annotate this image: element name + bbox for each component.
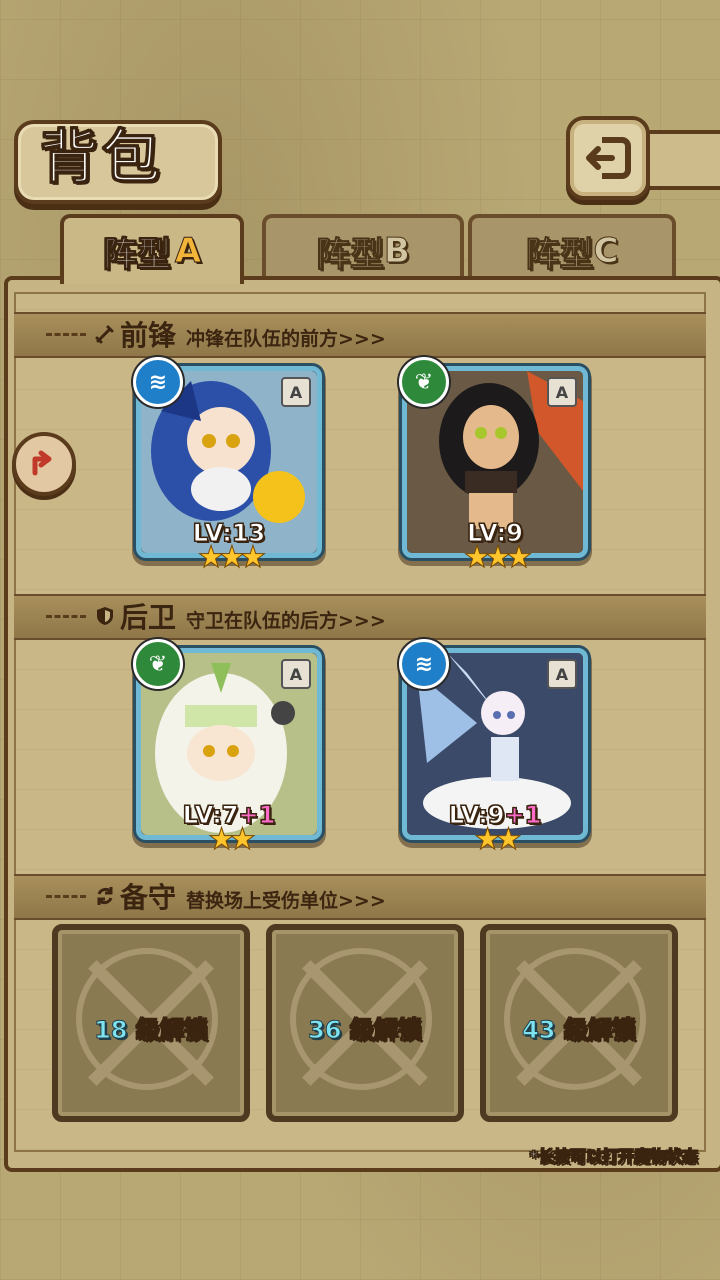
- unlock-requirement: 36 级解锁: [272, 1010, 458, 1045]
- section-front: 前锋 冲锋在队伍的前方>>>: [46, 314, 386, 354]
- divider: [46, 614, 86, 618]
- side-expand-button[interactable]: [12, 432, 76, 496]
- star-rating: ★★: [474, 822, 523, 858]
- header-bar: [642, 130, 720, 190]
- unlock-label: 级解锁: [135, 1016, 208, 1045]
- tab-label: 阵型: [525, 234, 594, 275]
- tab-letter: C: [593, 231, 619, 272]
- arrow-up-right-icon: [32, 450, 52, 476]
- star-rating: ★★: [208, 822, 257, 858]
- rank-badge: A: [281, 659, 311, 689]
- element-water-icon: ≋: [399, 639, 449, 689]
- back-button[interactable]: [566, 116, 650, 200]
- rank-badge: A: [547, 377, 577, 407]
- reserve-slot-3-locked[interactable]: 43 级解锁: [480, 924, 678, 1122]
- tab-label: 阵型: [316, 234, 385, 275]
- unlock-level: 43: [522, 1016, 556, 1045]
- tab-label: 阵型: [102, 234, 171, 275]
- back-arrow-icon: [586, 137, 631, 179]
- star-rating: ★★★: [463, 540, 533, 576]
- unlock-level: 36: [308, 1016, 342, 1045]
- page-title: 背包: [39, 123, 165, 192]
- section-reserve-desc: 替换场上受伤单位>>>: [186, 890, 386, 912]
- section-reserve: 备守 替换场上受伤单位>>>: [46, 876, 386, 916]
- section-front-desc: 冲锋在队伍的前方>>>: [186, 328, 386, 350]
- unlock-requirement: 18 级解锁: [58, 1010, 244, 1045]
- section-reserve-name: 备守: [120, 881, 177, 914]
- rank-badge: A: [547, 659, 577, 689]
- long-press-hint: *长按可以打开魔物状态: [529, 1147, 698, 1167]
- tab-formation-a[interactable]: 阵型 A: [60, 214, 244, 284]
- unlock-label: 级解锁: [349, 1016, 422, 1045]
- reserve-slot-1-locked[interactable]: 18 级解锁: [52, 924, 250, 1122]
- section-back: 后卫 守卫在队伍的后方>>>: [46, 596, 386, 636]
- divider: [46, 894, 86, 898]
- monster-card-front-2[interactable]: ❦ A LV:9 ★★★: [399, 357, 588, 576]
- tab-formation-b[interactable]: 阵型 B: [262, 214, 464, 284]
- element-nature-icon: ❦: [399, 357, 449, 407]
- star-rating: ★★★: [197, 540, 267, 576]
- tab-letter: B: [384, 231, 411, 272]
- tab-letter: A: [174, 231, 202, 272]
- section-back-name: 后卫: [120, 601, 177, 634]
- shield-icon: [97, 607, 113, 625]
- swap-icon: [97, 887, 113, 905]
- unlock-requirement: 43 级解锁: [486, 1010, 672, 1045]
- section-front-name: 前锋: [120, 319, 177, 352]
- sword-icon: [95, 325, 114, 344]
- unlock-level: 18: [94, 1016, 128, 1045]
- element-nature-icon: ❦: [133, 639, 183, 689]
- section-back-desc: 守卫在队伍的后方>>>: [186, 610, 386, 632]
- reserve-slot-2-locked[interactable]: 36 级解锁: [266, 924, 464, 1122]
- rank-badge: A: [281, 377, 311, 407]
- unlock-label: 级解锁: [563, 1016, 636, 1045]
- monster-card-back-1[interactable]: ❦ A LV:7+1 ★★: [133, 639, 322, 858]
- tab-formation-c[interactable]: 阵型 C: [468, 214, 676, 284]
- monster-card-back-2[interactable]: ≋ A LV:9+1 ★★: [399, 639, 588, 858]
- element-water-icon: ≋: [133, 357, 183, 407]
- divider: [46, 332, 86, 336]
- monster-card-front-1[interactable]: ≋ A LV:13 ★★★: [133, 357, 322, 576]
